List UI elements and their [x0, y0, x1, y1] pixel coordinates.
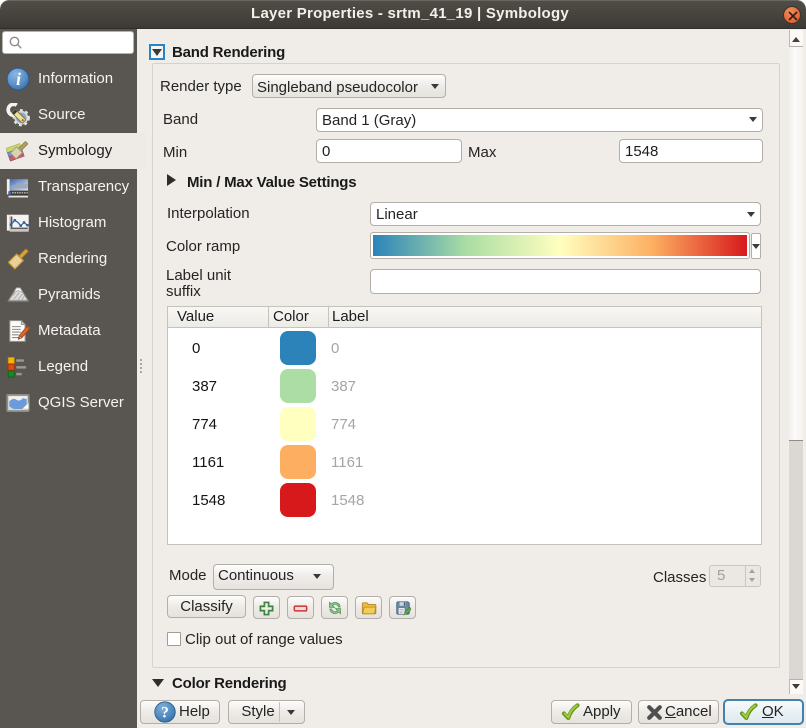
svg-text:i: i [16, 69, 21, 89]
svg-text:?: ? [161, 705, 169, 722]
